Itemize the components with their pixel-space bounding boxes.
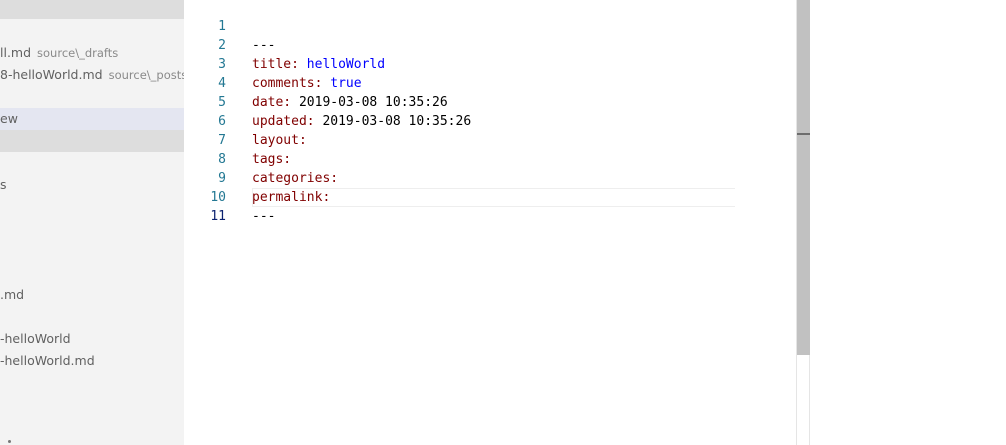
code-line[interactable]: 2 title: helloWorld	[184, 17, 796, 72]
tree-item[interactable]: -helloWorld.md	[0, 350, 184, 372]
workspace-root-item[interactable]: ew	[0, 108, 184, 130]
overflow-dot-icon	[8, 440, 11, 443]
tree-item[interactable]: .md	[0, 284, 184, 306]
code-line[interactable]: 9 permalink:	[184, 150, 796, 205]
file-path: source\_drafts	[37, 46, 119, 60]
code-line[interactable]: 3 comments: true	[184, 36, 796, 91]
scrollbar-cursor-marker	[797, 133, 810, 135]
code-line-current[interactable]: 11	[184, 188, 796, 224]
tree-item-label: -helloWorld	[0, 331, 71, 346]
code-line[interactable]: 7 tags:	[184, 112, 796, 167]
file-name: 8-helloWorld.md	[0, 67, 103, 82]
tree-item[interactable]: s	[0, 174, 184, 196]
open-editor-item-draft[interactable]: ll.md source\_drafts	[0, 42, 184, 64]
code-line[interactable]: 10 ---	[184, 169, 796, 224]
code-line[interactable]: 5 updated: 2019-03-08 10:35:26	[184, 74, 796, 129]
open-editor-item-post[interactable]: 8-helloWorld.md source\_posts	[0, 64, 184, 86]
file-name: ll.md	[0, 45, 32, 60]
tree-item-label: s	[0, 177, 7, 192]
yaml-delimiter: ---	[252, 209, 276, 224]
sidebar-section-header-folder[interactable]	[0, 130, 184, 152]
file-path: source\_posts	[108, 68, 184, 82]
code-line[interactable]: 1 ---	[184, 0, 796, 53]
code-line[interactable]: 6 layout:	[184, 93, 796, 148]
folder-name: ew	[0, 111, 18, 126]
explorer-sidebar: ll.md source\_drafts 8-helloWorld.md sourc…	[0, 0, 184, 445]
editor-scrollbar-thumb[interactable]	[797, 0, 810, 355]
tree-item[interactable]: -helloWorld	[0, 328, 184, 350]
sidebar-section-header-open-editors[interactable]	[0, 0, 184, 19]
code-line[interactable]: 8 categories:	[184, 131, 796, 186]
code-editor[interactable]: 1 --- 2 title: helloWorld 3 comments: tr…	[184, 0, 946, 445]
empty-area	[810, 0, 1006, 445]
line-number: 11	[210, 209, 226, 224]
tree-item-label: -helloWorld.md	[0, 353, 95, 368]
tree-item-label: .md	[0, 287, 25, 302]
code-line[interactable]: 4 date: 2019-03-08 10:35:26	[184, 55, 796, 110]
